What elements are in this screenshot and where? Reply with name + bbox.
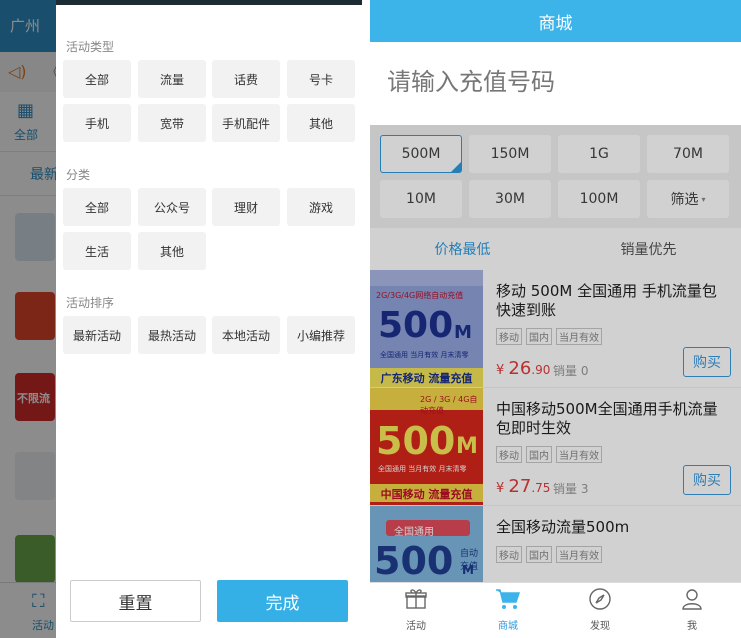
tab-activity[interactable]: 活动	[370, 583, 462, 638]
tab-mall[interactable]: 商城	[462, 583, 554, 638]
filter-chip[interactable]: 宽带	[138, 104, 206, 142]
product-sales: 销量 0	[553, 364, 589, 378]
product-item[interactable]: 2G/3G/4G网络自动充值 500 M 全国通用 当月有效 月末清零 广东移动…	[370, 270, 741, 387]
package-option-selected[interactable]: 500M	[380, 135, 462, 173]
package-option[interactable]: 10M	[380, 180, 462, 218]
filter-chip[interactable]: 本地活动	[212, 316, 280, 354]
input-placeholder: 请输入充值号码	[387, 68, 555, 96]
product-price: ¥ 26.90	[496, 358, 551, 379]
filter-chip[interactable]: 最热活动	[138, 316, 206, 354]
product-item[interactable]: 2G / 3G / 4G自动充值 500 M 全国通用 当月有效 月末清零 中国…	[370, 388, 741, 505]
product-tags: 移动 国内 当月有效	[496, 546, 606, 563]
filter-label: 筛选	[670, 192, 699, 208]
product-image: 2G / 3G / 4G自动充值 500 M 全国通用 当月有效 月末清零 中国…	[370, 388, 483, 505]
sort-tab-sales-first[interactable]: 销量优先	[556, 228, 741, 270]
section-title-category: 分类	[66, 168, 91, 182]
tab-discover[interactable]: 发现	[554, 583, 646, 638]
done-button[interactable]: 完成	[217, 580, 348, 622]
filter-chip[interactable]: 理财	[212, 188, 280, 226]
buy-button[interactable]: 购买	[683, 465, 731, 495]
filter-chip[interactable]: 话费	[212, 60, 280, 98]
sort-tab-lowest-price[interactable]: 价格最低	[370, 228, 555, 270]
gift-icon	[370, 587, 462, 615]
product-image: 全国通用 500 M 自动充值	[370, 506, 483, 582]
section-title-activity-type: 活动类型	[66, 40, 115, 54]
filter-chip[interactable]: 小编推荐	[287, 316, 355, 354]
product-name: 中国移动500M全国通用手机流量包即时生效	[496, 400, 718, 437]
cart-icon	[462, 587, 554, 615]
package-option[interactable]: 70M	[647, 135, 729, 173]
filter-chip[interactable]: 号卡	[287, 60, 355, 98]
filter-dropdown[interactable]: 筛选 ▾	[647, 180, 729, 218]
product-name: 全国移动流量500m	[496, 518, 630, 536]
filter-chip[interactable]: 其他	[138, 232, 206, 270]
compass-icon	[554, 587, 646, 615]
filter-chip[interactable]: 手机	[63, 104, 131, 142]
filter-chip[interactable]: 其他	[287, 104, 355, 142]
product-name: 移动 500M 全国通用 手机流量包 快速到账	[496, 282, 717, 319]
package-option[interactable]: 150M	[469, 135, 551, 173]
filter-screen: 广州 ◁) 《 ▦ 全部 最新 不限流 ⛶ 活动 活动类型 全部 流量 话费 号…	[0, 0, 362, 638]
product-tags: 移动 国内 当月有效	[496, 328, 606, 345]
buy-button[interactable]: 购买	[683, 347, 731, 377]
person-icon	[646, 587, 738, 615]
chevron-down-icon: ▾	[701, 194, 706, 204]
product-price: ¥ 27.75	[496, 476, 551, 497]
product-image: 2G/3G/4G网络自动充值 500 M 全国通用 当月有效 月末清零 广东移动…	[370, 270, 483, 387]
sort-bar: 价格最低 销量优先	[370, 228, 741, 270]
page-title: 商城	[370, 0, 741, 42]
filter-chip[interactable]: 游戏	[287, 188, 355, 226]
filter-chip[interactable]: 公众号	[138, 188, 206, 226]
mall-screen: 商城 请输入充值号码 500M 150M 1G 70M 10M 30M 100M…	[370, 0, 741, 638]
product-sales: 销量 3	[553, 482, 589, 496]
filter-chip[interactable]: 全部	[63, 60, 131, 98]
filter-chip[interactable]: 最新活动	[63, 316, 131, 354]
phone-number-input[interactable]: 请输入充值号码	[370, 42, 741, 125]
tab-me[interactable]: 我	[646, 583, 738, 638]
filter-drawer: 活动类型 全部 流量 话费 号卡 手机 宽带 手机配件 其他 分类 全部 公众号…	[56, 0, 362, 638]
filter-chip[interactable]: 手机配件	[212, 104, 280, 142]
section-title-sort: 活动排序	[66, 296, 115, 310]
mall-content: 500M 150M 1G 70M 10M 30M 100M 筛选 ▾ 价格最低 …	[370, 125, 741, 582]
package-option[interactable]: 100M	[558, 180, 640, 218]
package-option[interactable]: 1G	[558, 135, 640, 173]
filter-chip[interactable]: 生活	[63, 232, 131, 270]
filter-chip[interactable]: 流量	[138, 60, 206, 98]
package-option[interactable]: 30M	[469, 180, 551, 218]
bottom-tabbar: 活动 商城 发现 我	[370, 582, 741, 638]
filter-chip[interactable]: 全部	[63, 188, 131, 226]
product-tags: 移动 国内 当月有效	[496, 446, 606, 463]
reset-button[interactable]: 重置	[70, 580, 201, 622]
product-item[interactable]: 全国通用 500 M 自动充值 全国移动流量500m 移动 国内 当月有效	[370, 506, 741, 582]
